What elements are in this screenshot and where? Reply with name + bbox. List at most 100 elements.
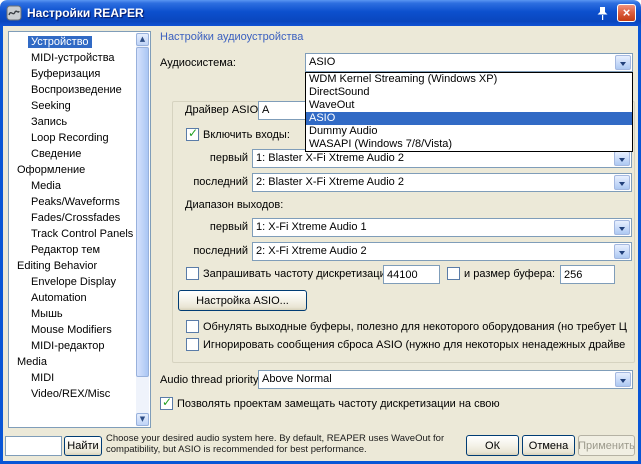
output-first-select[interactable]: 1: X-Fi Xtreme Audio 1 [252, 218, 632, 237]
sidebar-item-label: Editing Behavior [17, 260, 98, 272]
sidebar-item-label: Буферизация [31, 68, 101, 80]
sidebar-item-label: Fades/Crossfades [31, 212, 121, 224]
sidebar-item[interactable]: Track Control Panels [10, 226, 135, 242]
output-first-value: 1: X-Fi Xtreme Audio 1 [256, 221, 367, 233]
sidebar-item[interactable]: Editing Behavior [10, 258, 135, 274]
close-icon: × [622, 5, 631, 20]
sidebar-item[interactable]: Fades/Crossfades [10, 210, 135, 226]
sidebar-item[interactable]: Оформление [10, 162, 135, 178]
sidebar-item-label: Peaks/Waveforms [31, 196, 120, 208]
output-last-dropdown-button[interactable] [614, 244, 630, 259]
sidebar-item[interactable]: MIDI-устройства [10, 50, 135, 66]
sidebar-item-label: Envelope Display [31, 276, 116, 288]
app-icon [6, 5, 22, 21]
output-last-select[interactable]: 2: X-Fi Xtreme Audio 2 [252, 242, 632, 261]
allow-override-checkbox[interactable] [160, 395, 173, 410]
audio-system-label: Аудиосистема: [160, 57, 236, 69]
sidebar-item[interactable]: Редактор тем [10, 242, 135, 258]
sidebar-item-label: Media [31, 180, 61, 192]
sidebar-item-label: Loop Recording [31, 132, 109, 144]
input-last-dropdown-button[interactable] [614, 175, 630, 190]
input-first-label: первый [209, 152, 248, 164]
output-first-dropdown-button[interactable] [614, 220, 630, 235]
sidebar-item[interactable]: Loop Recording [10, 130, 135, 146]
enable-inputs-checkbox[interactable] [186, 126, 199, 141]
sidebar-item-label: Automation [31, 292, 87, 304]
scroll-down-icon[interactable]: ▼ [136, 413, 149, 426]
audio-system-value: ASIO [309, 56, 336, 68]
sidebar-item-label: Mouse Modifiers [31, 324, 112, 336]
scroll-up-icon[interactable]: ▲ [136, 33, 149, 46]
allow-override-label: Позволять проектам замещать частоту диск… [177, 398, 500, 410]
thread-priority-select[interactable]: Above Normal [258, 370, 633, 389]
enable-inputs-label: Включить входы: [203, 129, 290, 141]
chevron-down-icon [620, 379, 626, 383]
input-last-value: 2: Blaster X-Fi Xtreme Audio 2 [256, 176, 404, 188]
input-last-select[interactable]: 2: Blaster X-Fi Xtreme Audio 2 [252, 173, 632, 192]
sidebar-item[interactable]: Запись [10, 114, 135, 130]
zero-buffers-checkbox[interactable] [186, 320, 199, 333]
sidebar-item[interactable]: Mouse Modifiers [10, 322, 135, 338]
pin-icon[interactable] [596, 6, 609, 21]
thread-priority-dropdown-button[interactable] [615, 372, 631, 387]
titlebar[interactable]: Настройки REAPER × [0, 0, 641, 26]
request-samplerate-checkbox[interactable] [186, 267, 199, 280]
output-last-value: 2: X-Fi Xtreme Audio 2 [256, 245, 367, 257]
scrollbar-thumb[interactable] [136, 47, 149, 377]
close-button[interactable]: × [617, 4, 636, 22]
chevron-down-icon [619, 158, 625, 162]
dropdown-option[interactable]: DirectSound [306, 86, 632, 99]
search-input[interactable] [5, 436, 62, 456]
samplerate-input[interactable] [383, 265, 440, 284]
input-first-value: 1: Blaster X-Fi Xtreme Audio 2 [256, 152, 404, 164]
ok-button[interactable]: ОК [466, 435, 519, 456]
chevron-down-icon [619, 227, 625, 231]
sidebar-item-label: Media [17, 356, 47, 368]
sidebar-item[interactable]: Устройство [10, 34, 135, 50]
sidebar-item[interactable]: Буферизация [10, 66, 135, 82]
audio-system-dropdown-button[interactable] [615, 55, 631, 70]
dropdown-option[interactable]: WaveOut [306, 99, 632, 112]
sidebar-item[interactable]: Мышь [10, 306, 135, 322]
dropdown-option[interactable]: Dummy Audio [306, 125, 632, 138]
sidebar-item[interactable]: MIDI [10, 370, 135, 386]
preferences-tree[interactable]: Устройство MIDI-устройства Буферизация Восп… [8, 31, 151, 428]
dropdown-option[interactable]: WDM Kernel Streaming (Windows XP) [306, 73, 632, 86]
sidebar-item-label: Мышь [31, 308, 63, 320]
buffer-size-input[interactable] [560, 265, 615, 284]
audio-system-select[interactable]: ASIO [305, 53, 633, 72]
ignore-asio-reset-checkbox[interactable] [186, 338, 199, 351]
sidebar-item-label: Устройство [28, 36, 92, 48]
dropdown-option[interactable]: ASIO [306, 112, 632, 125]
sidebar-item[interactable]: Media [10, 178, 135, 194]
chevron-down-icon [619, 182, 625, 186]
thread-priority-label: Audio thread priority: [160, 374, 262, 386]
section-title: Настройки аудиоустройства [160, 31, 304, 43]
sidebar-item-label: Seeking [31, 100, 71, 112]
tree-scrollbar[interactable]: ▲ ▼ [136, 33, 149, 426]
audio-system-dropdown[interactable]: WDM Kernel Streaming (Windows XP) DirectS… [305, 72, 633, 152]
asio-config-button[interactable]: Настройка ASIO... [178, 290, 307, 311]
sidebar-item-label: Video/REX/Misc [31, 388, 111, 400]
sidebar-item[interactable]: Воспроизведение [10, 82, 135, 98]
sidebar-item-label: Оформление [17, 164, 86, 176]
cancel-button[interactable]: Отмена [522, 435, 575, 456]
preferences-tree-items: Устройство MIDI-устройства Буферизация Восп… [10, 34, 135, 402]
sidebar-item[interactable]: Peaks/Waveforms [10, 194, 135, 210]
sidebar-item-label: MIDI-редактор [31, 340, 105, 352]
sidebar-item[interactable]: Media [10, 354, 135, 370]
buffer-size-checkbox[interactable] [447, 267, 460, 280]
find-button[interactable]: Найти [64, 436, 102, 456]
sidebar-item[interactable]: MIDI-редактор [10, 338, 135, 354]
sidebar-item-label: Запись [31, 116, 68, 128]
sidebar-item-label: MIDI-устройства [31, 52, 115, 64]
sidebar-item[interactable]: Seeking [10, 98, 135, 114]
sidebar-item-label: Сведение [31, 148, 82, 160]
sidebar-item[interactable]: Envelope Display [10, 274, 135, 290]
sidebar-item-label: Воспроизведение [31, 84, 122, 96]
dropdown-option[interactable]: WASAPI (Windows 7/8/Vista) [306, 138, 632, 151]
input-first-dropdown-button[interactable] [614, 151, 630, 166]
sidebar-item[interactable]: Video/REX/Misc [10, 386, 135, 402]
sidebar-item[interactable]: Сведение [10, 146, 135, 162]
sidebar-item[interactable]: Automation [10, 290, 135, 306]
